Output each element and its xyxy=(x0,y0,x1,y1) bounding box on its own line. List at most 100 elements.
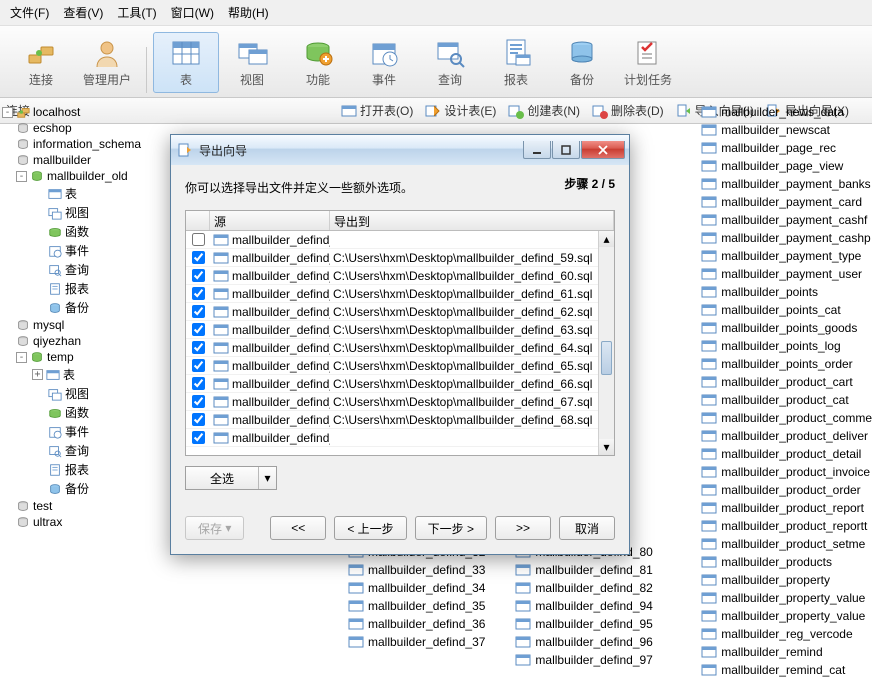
table-item[interactable]: mallbuilder_property_value xyxy=(701,590,872,606)
select-all-dropdown[interactable]: 全选▾ xyxy=(185,466,277,490)
tool-event[interactable]: 事件 xyxy=(351,32,417,93)
scroll-thumb[interactable] xyxy=(601,341,612,375)
last-button[interactable]: >> xyxy=(495,516,551,540)
cancel-button[interactable]: 取消 xyxy=(559,516,615,540)
table-item[interactable]: mallbuilder_points_log xyxy=(701,338,872,354)
grid-row[interactable]: mallbuilder_defind_5 xyxy=(186,231,614,249)
table-item[interactable]: mallbuilder_product_order xyxy=(701,482,872,498)
grid-row[interactable]: mallbuilder_defind_6C:\Users\hxm\Desktop… xyxy=(186,393,614,411)
tree-subnode-node_query[interactable]: 查询 xyxy=(2,441,150,460)
table-item[interactable]: mallbuilder_defind_34 xyxy=(348,580,485,596)
connection-tree[interactable]: -localhost ecshop information_schema mal… xyxy=(0,100,152,691)
tool-user[interactable]: 管理用户 xyxy=(74,32,140,93)
grid-row[interactable]: mallbuilder_defind_6C:\Users\hxm\Desktop… xyxy=(186,339,614,357)
minimize-button[interactable] xyxy=(523,141,551,159)
first-button[interactable]: << xyxy=(270,516,326,540)
table-item[interactable]: mallbuilder_defind_95 xyxy=(515,616,652,632)
tree-node-mysql[interactable]: mysql xyxy=(2,317,150,333)
tree-subnode-node_report[interactable]: 报表 xyxy=(2,460,150,479)
grid-row[interactable]: mallbuilder_defind_6C:\Users\hxm\Desktop… xyxy=(186,321,614,339)
tree-node-infoschema[interactable]: information_schema xyxy=(2,136,150,152)
table-item[interactable]: mallbuilder_points_goods xyxy=(701,320,872,336)
table-item[interactable]: mallbuilder_points_order xyxy=(701,356,872,372)
grid-row[interactable]: mallbuilder_defind_6C:\Users\hxm\Desktop… xyxy=(186,285,614,303)
grid-row[interactable]: mallbuilder_defind_6C:\Users\hxm\Desktop… xyxy=(186,267,614,285)
grid-scrollbar[interactable]: ▴ ▾ xyxy=(598,231,614,455)
row-checkbox[interactable] xyxy=(192,395,205,408)
tool-schedule[interactable]: 计划任务 xyxy=(615,32,681,93)
tree-node-mallbuilder[interactable]: mallbuilder xyxy=(2,152,150,168)
table-item[interactable]: mallbuilder_product_report xyxy=(701,500,872,516)
close-button[interactable] xyxy=(581,141,625,159)
row-checkbox[interactable] xyxy=(192,323,205,336)
next-button[interactable]: 下一步 > xyxy=(415,516,487,540)
table-item[interactable]: mallbuilder_product_cart xyxy=(701,374,872,390)
tree-subnode-node_func[interactable]: 函数 xyxy=(2,403,150,422)
menu-window[interactable]: 窗口(W) xyxy=(165,2,220,23)
row-checkbox[interactable] xyxy=(192,233,205,246)
table-item[interactable]: mallbuilder_remind_cat xyxy=(701,662,872,678)
row-checkbox[interactable] xyxy=(192,269,205,282)
table-item[interactable]: mallbuilder_defind_96 xyxy=(515,634,652,650)
table-item[interactable]: mallbuilder_defind_97 xyxy=(515,652,652,668)
table-item[interactable]: mallbuilder_product_cat xyxy=(701,392,872,408)
table-item[interactable]: mallbuilder_products xyxy=(701,554,872,570)
scroll-up-icon[interactable]: ▴ xyxy=(599,231,614,247)
tool-backup[interactable]: 备份 xyxy=(549,32,615,93)
tree-subnode-node_event[interactable]: 事件 xyxy=(2,422,150,441)
tree-subnode-node_event[interactable]: 事件 xyxy=(2,241,150,260)
tree-node-temp[interactable]: -temp xyxy=(2,349,150,365)
table-item[interactable]: mallbuilder_defind_81 xyxy=(515,562,652,578)
dialog-titlebar[interactable]: 导出向导 xyxy=(171,135,629,165)
table-item[interactable]: mallbuilder_defind_33 xyxy=(348,562,485,578)
row-checkbox[interactable] xyxy=(192,431,205,444)
table-item[interactable]: mallbuilder_defind_82 xyxy=(515,580,652,596)
table-item[interactable]: mallbuilder_payment_cashp xyxy=(701,230,872,246)
tool-table[interactable]: 表 xyxy=(153,32,219,93)
menu-tools[interactable]: 工具(T) xyxy=(111,2,162,23)
tool-connect[interactable]: 连接 xyxy=(8,32,74,93)
table-item[interactable]: mallbuilder_page_rec xyxy=(701,140,872,156)
tool-report[interactable]: 报表 xyxy=(483,32,549,93)
table-item[interactable]: mallbuilder_payment_type xyxy=(701,248,872,264)
table-item[interactable]: mallbuilder_defind_94 xyxy=(515,598,652,614)
table-item[interactable]: mallbuilder_payment_user xyxy=(701,266,872,282)
table-item[interactable]: mallbuilder_defind_37 xyxy=(348,634,485,650)
tree-node-localhost[interactable]: -localhost xyxy=(2,104,150,120)
maximize-button[interactable] xyxy=(552,141,580,159)
table-item[interactable]: mallbuilder_points_cat xyxy=(701,302,872,318)
tree-node-qiyezhan[interactable]: qiyezhan xyxy=(2,333,150,349)
table-item[interactable]: mallbuilder_property xyxy=(701,572,872,588)
tree-subnode-node_table[interactable]: +表 xyxy=(2,365,150,384)
grid-row[interactable]: mallbuilder_defind_6C:\Users\hxm\Desktop… xyxy=(186,411,614,429)
prev-button[interactable]: < 上一步 xyxy=(334,516,406,540)
table-item[interactable]: mallbuilder_defind_35 xyxy=(348,598,485,614)
grid-row[interactable]: mallbuilder_defind_6C:\Users\hxm\Desktop… xyxy=(186,357,614,375)
tree-subnode-node_report[interactable]: 报表 xyxy=(2,279,150,298)
tree-subnode-node_backup[interactable]: 备份 xyxy=(2,298,150,317)
row-checkbox[interactable] xyxy=(192,305,205,318)
column-source[interactable]: 源 xyxy=(210,211,330,230)
tree-subnode-node_view[interactable]: 视图 xyxy=(2,384,150,403)
menu-view[interactable]: 查看(V) xyxy=(57,2,109,23)
table-item[interactable]: mallbuilder_reg_vercode xyxy=(701,626,872,642)
table-item[interactable]: mallbuilder_product_invoice xyxy=(701,464,872,480)
tree-subnode-node_query[interactable]: 查询 xyxy=(2,260,150,279)
menu-file[interactable]: 文件(F) xyxy=(4,2,55,23)
table-item[interactable]: mallbuilder_product_comme xyxy=(701,410,872,426)
tool-view[interactable]: 视图 xyxy=(219,32,285,93)
grid-row[interactable]: mallbuilder_defind_6 xyxy=(186,429,614,447)
table-item[interactable]: mallbuilder_product_detail xyxy=(701,446,872,462)
table-item[interactable]: mallbuilder_property_value xyxy=(701,608,872,624)
row-checkbox[interactable] xyxy=(192,413,205,426)
grid-row[interactable]: mallbuilder_defind_6C:\Users\hxm\Desktop… xyxy=(186,375,614,393)
table-item[interactable]: mallbuilder_payment_cashf xyxy=(701,212,872,228)
tree-node-test[interactable]: test xyxy=(2,498,150,514)
export-grid[interactable]: 源 导出到 mallbuilder_defind_5mallbuilder_de… xyxy=(185,210,615,456)
table-item[interactable]: mallbuilder_remind xyxy=(701,644,872,660)
table-item[interactable]: mallbuilder_product_deliver xyxy=(701,428,872,444)
tree-subnode-node_backup[interactable]: 备份 xyxy=(2,479,150,498)
save-button[interactable]: 保存 ▾ xyxy=(185,516,244,540)
table-item[interactable]: mallbuilder_points xyxy=(701,284,872,300)
row-checkbox[interactable] xyxy=(192,287,205,300)
